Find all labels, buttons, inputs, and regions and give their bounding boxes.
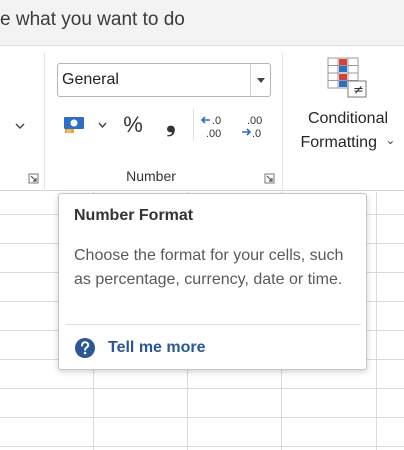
increase-decimal-button[interactable]: .0 .00	[198, 111, 230, 141]
svg-text:.00: .00	[247, 115, 262, 127]
number-format-value: General	[62, 71, 119, 88]
alignment-dialog-launcher-icon[interactable]	[28, 173, 39, 184]
grid-row-line	[0, 446, 404, 447]
tell-me-search-bar[interactable]: e what you want to do	[0, 0, 404, 46]
comma-style-button[interactable]: ❟	[158, 109, 184, 139]
tooltip-description: Choose the format for your cells, such a…	[74, 247, 344, 288]
help-icon	[75, 338, 95, 358]
conditional-formatting-line2-text: Formatting	[300, 134, 377, 151]
grid-column-line	[376, 192, 377, 450]
inner-divider	[193, 109, 194, 141]
decrease-decimal-icon: .00 .0	[242, 115, 262, 140]
chevron-down-icon[interactable]	[15, 119, 25, 133]
chevron-down-icon: ⌄	[385, 133, 396, 147]
decrease-decimal-button[interactable]: .00 .0	[238, 111, 270, 141]
group-divider	[282, 53, 283, 189]
increase-decimal-icon: .0 .00	[200, 115, 221, 140]
excel-window: { "tell_me": { "text": "e what you want …	[0, 0, 404, 450]
svg-text:.0: .0	[252, 128, 261, 140]
dropdown-arrow-icon[interactable]	[250, 64, 270, 96]
grid-row-line	[0, 388, 404, 389]
tell-me-text: e what you want to do	[0, 9, 185, 30]
svg-text:.0: .0	[212, 115, 221, 127]
accounting-dropdown-chevron-icon[interactable]	[96, 119, 108, 131]
percent-style-button[interactable]: %	[118, 110, 148, 140]
number-format-dropdown[interactable]: General	[57, 63, 271, 97]
tell-me-more-link[interactable]: Tell me more	[74, 337, 206, 359]
svg-text:.00: .00	[206, 128, 221, 140]
grid-row-line	[0, 417, 404, 418]
accounting-format-icon	[64, 117, 84, 133]
tooltip-divider	[66, 324, 361, 325]
conditional-formatting-line2: Formatting ⌄	[290, 131, 404, 155]
ribbon: General % ❟ .0 .00 .00 .0 Number ≠ Condi…	[0, 47, 404, 191]
svg-text:≠: ≠	[353, 83, 364, 98]
tooltip-title: Number Format	[74, 207, 194, 224]
accounting-format-button[interactable]	[60, 110, 90, 138]
number-format-tooltip: Number Format Choose the format for your…	[58, 193, 367, 370]
conditional-formatting-line1: Conditional	[307, 110, 389, 127]
number-format-dialog-launcher-icon[interactable]	[264, 173, 275, 184]
conditional-formatting-icon: ≠	[326, 57, 370, 104]
group-divider	[44, 53, 45, 189]
conditional-formatting-label: Conditional Formatting ⌄	[290, 107, 404, 155]
tell-me-more-text: Tell me more	[108, 339, 206, 356]
number-group-label: Number	[126, 168, 176, 184]
